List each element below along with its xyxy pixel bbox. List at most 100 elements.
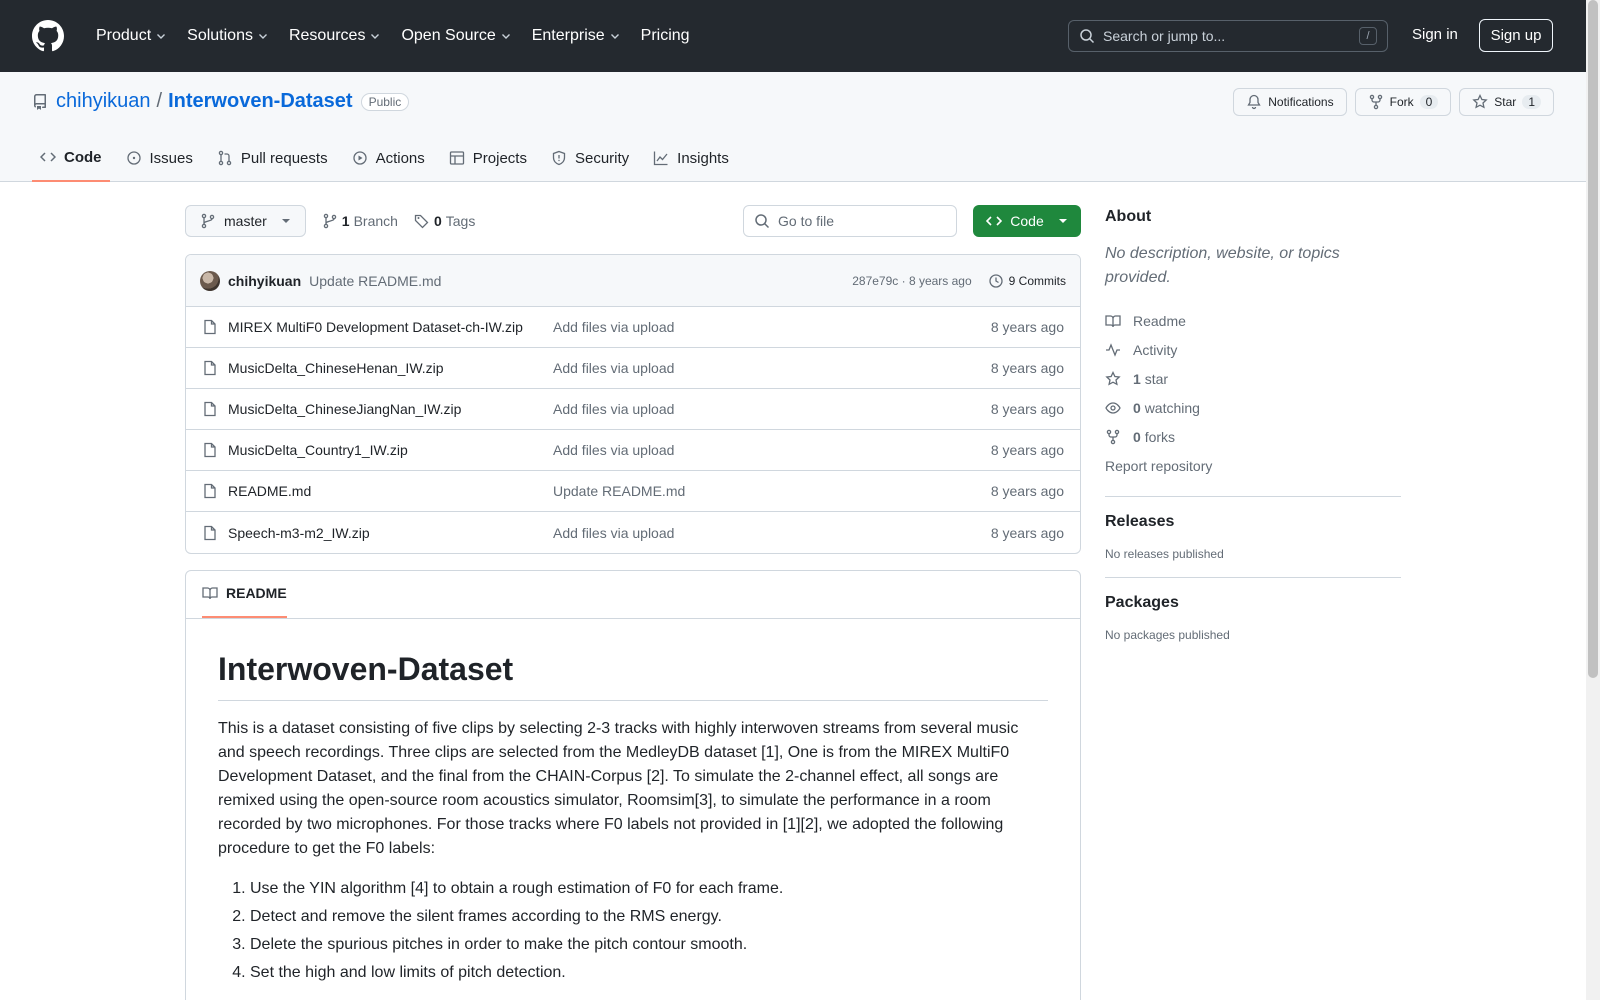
global-nav: Product Solutions Resources Open Source Ente… — [88, 21, 698, 51]
shield-icon — [551, 150, 567, 166]
packages-empty: No packages published — [1105, 628, 1230, 642]
file-commit-message[interactable]: Add files via upload — [553, 360, 674, 376]
releases-title[interactable]: Releases — [1105, 513, 1401, 531]
file-commit-message[interactable]: Add files via upload — [553, 319, 674, 335]
tab-actions[interactable]: Actions — [344, 134, 433, 182]
watchers-link[interactable]: 0 watching — [1105, 393, 1401, 422]
file-age: 8 years ago — [990, 319, 1064, 335]
global-search-input[interactable]: Search or jump to... / — [1068, 20, 1388, 52]
star-button[interactable]: Star 1 — [1459, 88, 1554, 116]
file-icon — [202, 483, 218, 499]
tags-link[interactable]: 0 Tags — [414, 213, 475, 229]
nav-item-open-source[interactable]: Open Source — [393, 21, 519, 51]
sidebar-divider — [1105, 496, 1401, 497]
nav-item-enterprise[interactable]: Enterprise — [524, 21, 629, 51]
table-row[interactable]: MusicDelta_ChineseJiangNan_IW.zip Add fil… — [186, 389, 1080, 430]
table-icon — [449, 150, 465, 166]
chevron-down-icon — [369, 30, 381, 42]
branch-selector[interactable]: master — [185, 205, 306, 237]
commit-hash-time[interactable]: 287e79c · 8 years ago — [852, 274, 971, 288]
page-scrollbar[interactable] — [1586, 0, 1600, 1000]
fork-icon — [1368, 94, 1384, 110]
sidebar: About No description, website, or topics… — [1105, 208, 1401, 642]
repo-owner-link[interactable]: chihyikuan — [56, 90, 151, 113]
stars-link[interactable]: 1 star — [1105, 364, 1401, 393]
avatar[interactable] — [200, 270, 220, 291]
eye-icon — [1105, 400, 1121, 416]
tab-insights[interactable]: Insights — [645, 134, 737, 182]
packages-title[interactable]: Packages — [1105, 594, 1401, 612]
file-name-link[interactable]: MusicDelta_Country1_IW.zip — [228, 442, 553, 458]
file-name-link[interactable]: README.md — [228, 483, 553, 499]
tab-code[interactable]: Code — [32, 134, 110, 182]
tab-label: Security — [574, 149, 630, 167]
nav-item-resources[interactable]: Resources — [281, 21, 389, 51]
list-item: Set the high and low limits of pitch det… — [250, 961, 1048, 985]
readme-steps: Use the YIN algorithm [4] to obtain a ro… — [218, 877, 1048, 985]
report-repository-link[interactable]: Report repository — [1105, 451, 1401, 480]
notifications-button[interactable]: Notifications — [1233, 88, 1347, 116]
commits-link[interactable]: 9 Commits — [988, 273, 1066, 289]
repo-tabs: Code Issues Pull requests Actions Projects Se… — [32, 134, 737, 182]
code-dropdown-button[interactable]: Code — [973, 205, 1081, 237]
github-logo-icon[interactable] — [32, 20, 64, 52]
file-name-link[interactable]: MusicDelta_ChineseJiangNan_IW.zip — [228, 401, 553, 417]
tab-security[interactable]: Security — [543, 134, 637, 182]
file-list: MIREX MultiF0 Development Dataset-ch-IW.… — [186, 307, 1080, 553]
notifications-label: Notifications — [1268, 95, 1334, 109]
commit-author-link[interactable]: chihyikuan — [228, 273, 301, 289]
repo-title: chihyikuan / Interwoven-Dataset Public — [32, 90, 410, 113]
history-icon — [988, 273, 1004, 289]
commit-count: 9 Commits — [1008, 273, 1066, 288]
forks-link[interactable]: 0 forks — [1105, 422, 1401, 451]
file-commit-message[interactable]: Add files via upload — [553, 401, 674, 417]
tab-projects[interactable]: Projects — [441, 134, 535, 182]
file-name-link[interactable]: MusicDelta_ChineseHenan_IW.zip — [228, 360, 553, 376]
table-row[interactable]: README.md Update README.md 8 years ago — [186, 471, 1080, 512]
file-commit-message[interactable]: Add files via upload — [553, 442, 674, 458]
go-to-file-input[interactable]: Go to file — [743, 205, 957, 237]
tab-issues[interactable]: Issues — [118, 134, 201, 182]
nav-item-solutions[interactable]: Solutions — [179, 21, 277, 51]
repo-icon — [32, 93, 48, 110]
search-shortcut-key: / — [1359, 27, 1377, 45]
table-row[interactable]: MusicDelta_ChineseHenan_IW.zip Add files … — [186, 348, 1080, 389]
table-row[interactable]: MusicDelta_Country1_IW.zip Add files via … — [186, 430, 1080, 471]
file-icon — [202, 360, 218, 376]
tab-pull-requests[interactable]: Pull requests — [209, 134, 336, 182]
activity-link[interactable]: Activity — [1105, 335, 1401, 364]
code-icon — [986, 213, 1003, 229]
file-name-link[interactable]: Speech-m3-m2_IW.zip — [228, 525, 553, 541]
nav-item-label: Resources — [288, 27, 366, 44]
file-age: 8 years ago — [990, 524, 1064, 541]
file-commit-message[interactable]: Add files via upload — [553, 525, 674, 541]
nav-item-label: Solutions — [187, 27, 253, 44]
repo-actions: Notifications Fork 0 Star 1 — [1233, 88, 1554, 116]
table-row[interactable]: MIREX MultiF0 Development Dataset-ch-IW.… — [186, 307, 1080, 348]
branch-count-label: Branch — [353, 213, 398, 229]
file-browser: chihyikuan Update README.md 287e79c · 8 … — [185, 254, 1081, 554]
readme-link[interactable]: Readme — [1105, 306, 1401, 335]
scrollbar-thumb[interactable] — [1588, 0, 1598, 678]
table-row[interactable]: Speech-m3-m2_IW.zip Add files via upload 8… — [186, 512, 1080, 553]
repo-name-link[interactable]: Interwoven-Dataset — [168, 90, 353, 113]
repo-header: chihyikuan / Interwoven-Dataset Public N… — [0, 72, 1586, 182]
chevron-down-icon — [155, 30, 167, 42]
list-item: Use the YIN algorithm [4] to obtain a ro… — [250, 877, 1048, 901]
nav-item-product[interactable]: Product — [88, 21, 175, 51]
branch-name: master — [224, 213, 267, 229]
branch-count: 1 — [341, 213, 350, 229]
go-to-file-placeholder: Go to file — [778, 213, 835, 229]
readme-tab[interactable]: README — [202, 571, 287, 618]
chevron-down-icon — [609, 30, 621, 42]
sign-in-link[interactable]: Sign in — [1412, 26, 1458, 43]
commit-message-link[interactable]: Update README.md — [309, 273, 441, 289]
file-name-link[interactable]: MIREX MultiF0 Development Dataset-ch-IW.… — [228, 319, 553, 335]
branches-link[interactable]: 1 Branch — [322, 213, 398, 229]
sign-up-button[interactable]: Sign up — [1479, 19, 1553, 52]
file-commit-message[interactable]: Update README.md — [553, 483, 685, 499]
tab-label: Actions — [375, 149, 425, 167]
nav-item-pricing[interactable]: Pricing — [633, 21, 698, 51]
stars-count: 1 — [1133, 370, 1141, 387]
fork-button[interactable]: Fork 0 — [1354, 88, 1452, 116]
